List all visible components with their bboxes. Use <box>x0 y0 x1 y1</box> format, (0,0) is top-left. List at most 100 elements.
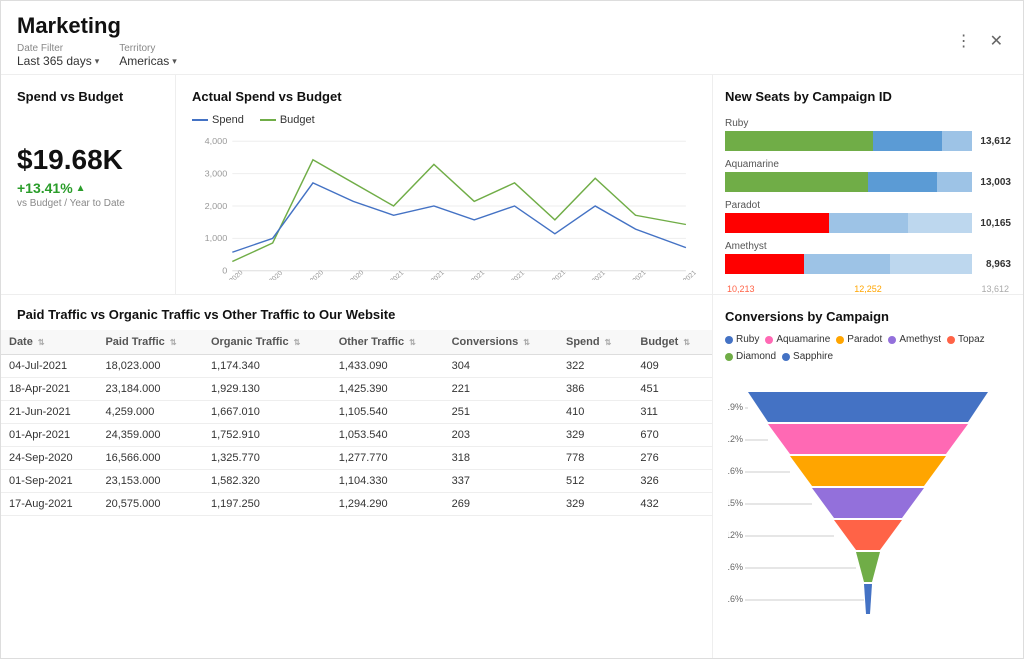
legend-paradot: Paradot <box>836 334 882 345</box>
topaz-dot <box>947 336 955 344</box>
seat-value-ruby: 13,612 <box>976 136 1011 147</box>
seat-label-ruby: Ruby <box>725 118 1011 129</box>
close-button[interactable]: ✕ <box>986 29 1007 53</box>
table-cell: 512 <box>558 470 632 493</box>
table-cell: 304 <box>444 355 558 378</box>
sort-icon-budget: ⇅ <box>683 338 690 347</box>
seat-row-ruby: Ruby 13,612 <box>725 118 1011 151</box>
table-cell: 410 <box>558 401 632 424</box>
page-title: Marketing <box>17 13 177 39</box>
date-filter-dropdown[interactable]: Last 365 days ▾ <box>17 54 99 68</box>
table-cell: 778 <box>558 447 632 470</box>
table-cell: 1,425.390 <box>331 378 444 401</box>
table-cell: 1,104.330 <box>331 470 444 493</box>
table-cell: 1,667.010 <box>203 401 331 424</box>
svg-text:0: 0 <box>222 266 227 276</box>
top-row: Spend vs Budget $19.68K +13.41% ▲ vs Bud… <box>1 75 1023 295</box>
budget-legend-label: Budget <box>280 114 315 126</box>
date-filter-label: Date Filter <box>17 43 99 54</box>
sapphire-label: Sapphire <box>793 351 833 362</box>
table-cell: 23,153.000 <box>97 470 203 493</box>
table-cell: 1,174.340 <box>203 355 331 378</box>
budget-legend-dot <box>260 119 276 121</box>
table-cell: 221 <box>444 378 558 401</box>
diamond-dot <box>725 353 733 361</box>
table-cell: 451 <box>632 378 712 401</box>
dashboard: Marketing Date Filter Last 365 days ▾ Te… <box>0 0 1024 659</box>
table-cell: 16,566.000 <box>97 447 203 470</box>
table-row: 24-Sep-202016,566.0001,325.7701,277.7703… <box>1 447 712 470</box>
table-cell: 329 <box>558 493 632 516</box>
seat-bar-aquamarine: 13,003 <box>725 172 1011 192</box>
seat-row-aquamarine: Aquamarine 13,003 <box>725 159 1011 192</box>
funnel-svg: 22.9% 17.2% 16.6% 15% 12% 8.6% 7.6% <box>728 392 1008 622</box>
more-options-button[interactable]: ⋮ <box>952 29 976 53</box>
legend-sapphire: Sapphire <box>782 351 833 362</box>
col-paid-traffic[interactable]: Paid Traffic ⇅ <box>97 330 203 355</box>
seat-row-paradot: Paradot 10,165 <box>725 200 1011 233</box>
ruby-dot <box>725 336 733 344</box>
legend-spend: Spend <box>192 114 244 126</box>
sort-icon-conversions: ⇅ <box>523 338 530 347</box>
table-cell: 1,929.130 <box>203 378 331 401</box>
table-cell: 1,053.540 <box>331 424 444 447</box>
table-cell: 1,582.320 <box>203 470 331 493</box>
territory-filter-group: Territory Americas ▾ <box>119 43 177 68</box>
seat-bar-amethyst: 8,963 <box>725 254 1011 274</box>
col-spend[interactable]: Spend ⇅ <box>558 330 632 355</box>
header-left: Marketing Date Filter Last 365 days ▾ Te… <box>17 13 177 68</box>
paradot-dot <box>836 336 844 344</box>
sort-icon-organic: ⇅ <box>294 338 301 347</box>
legend-diamond: Diamond <box>725 351 776 362</box>
svg-text:7.6%: 7.6% <box>728 594 743 604</box>
seat-label-paradot: Paradot <box>725 200 1011 211</box>
seats-panel: New Seats by Campaign ID Ruby 13,612 <box>713 75 1023 294</box>
date-filter-group: Date Filter Last 365 days ▾ <box>17 43 99 68</box>
seat-row-amethyst: Amethyst 8,963 <box>725 241 1011 274</box>
territory-chevron-icon: ▾ <box>172 56 177 67</box>
seats-chart: Ruby 13,612 Aquamarine <box>725 118 1011 294</box>
col-other-traffic[interactable]: Other Traffic ⇅ <box>331 330 444 355</box>
table-panel: Paid Traffic vs Organic Traffic vs Other… <box>1 295 713 658</box>
sapphire-dot <box>782 353 790 361</box>
diamond-label: Diamond <box>736 351 776 362</box>
topaz-label: Topaz <box>958 334 985 345</box>
svg-text:4,000: 4,000 <box>205 136 228 146</box>
bottom-row: Paid Traffic vs Organic Traffic vs Other… <box>1 295 1023 658</box>
table-cell: 1,197.250 <box>203 493 331 516</box>
svg-text:Jun-2021: Jun-2021 <box>581 270 607 280</box>
svg-text:16.6%: 16.6% <box>728 466 743 476</box>
legend-topaz: Topaz <box>947 334 985 345</box>
table-cell: 318 <box>444 447 558 470</box>
table-cell: 432 <box>632 493 712 516</box>
data-table: Date ⇅ Paid Traffic ⇅ Organic Traffic ⇅ … <box>1 330 712 516</box>
svg-text:Oct-2020: Oct-2020 <box>259 270 285 280</box>
line-chart-title: Actual Spend vs Budget <box>192 89 696 104</box>
table-cell: 269 <box>444 493 558 516</box>
territory-filter-dropdown[interactable]: Americas ▾ <box>119 54 177 68</box>
table-cell: 18,023.000 <box>97 355 203 378</box>
seats-x-label-1: 10,213 <box>727 284 755 294</box>
table-row: 17-Aug-202120,575.0001,197.2501,294.2902… <box>1 493 712 516</box>
svg-text:Jan-2021: Jan-2021 <box>380 270 406 280</box>
col-conversions[interactable]: Conversions ⇅ <box>444 330 558 355</box>
legend-budget: Budget <box>260 114 315 126</box>
seat-value-paradot: 10,165 <box>976 218 1011 229</box>
col-budget[interactable]: Budget ⇅ <box>632 330 712 355</box>
conversions-legend: Ruby Aquamarine Paradot Amethyst <box>725 334 1011 362</box>
svg-text:22.9%: 22.9% <box>728 402 743 412</box>
spend-amount: $19.68K <box>17 144 159 176</box>
col-organic-traffic[interactable]: Organic Traffic ⇅ <box>203 330 331 355</box>
legend-aquamarine: Aquamarine <box>765 334 830 345</box>
seat-label-aquamarine: Aquamarine <box>725 159 1011 170</box>
ruby-label: Ruby <box>736 334 759 345</box>
svg-text:Apr-2021: Apr-2021 <box>501 270 527 280</box>
table-row: 04-Jul-202118,023.0001,174.3401,433.0903… <box>1 355 712 378</box>
table-cell: 326 <box>632 470 712 493</box>
date-filter-chevron-icon: ▾ <box>95 56 100 67</box>
col-date[interactable]: Date ⇅ <box>1 330 97 355</box>
table-body: 04-Jul-202118,023.0001,174.3401,433.0903… <box>1 355 712 516</box>
sort-icon-other: ⇅ <box>409 338 416 347</box>
table-cell: 01-Sep-2021 <box>1 470 97 493</box>
table-row: 18-Apr-202123,184.0001,929.1301,425.3902… <box>1 378 712 401</box>
